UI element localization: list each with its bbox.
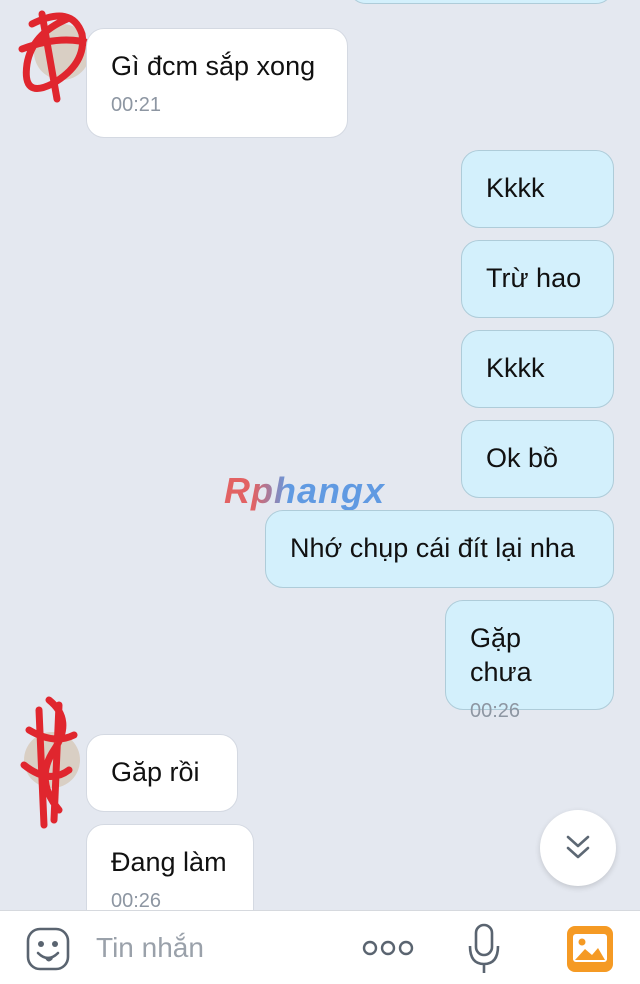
message-bubble-incoming[interactable]: Gì đcm sắp xong 00:21 — [86, 28, 348, 138]
message-input[interactable]: Tin nhắn — [96, 931, 204, 965]
message-text: Ok bồ — [486, 443, 559, 473]
message-bubble-outgoing[interactable]: Trừ hao — [461, 240, 614, 318]
watermark: Rphangx — [224, 470, 386, 511]
message-text: Gì đcm sắp xong — [111, 51, 316, 81]
message-time: 00:26 — [470, 700, 521, 722]
message-bubble-outgoing[interactable]: Kkkk — [461, 330, 614, 408]
message-bubble-incoming[interactable]: Găp rồi — [86, 734, 238, 812]
microphone-icon — [468, 923, 500, 973]
voice-button[interactable] — [464, 921, 504, 977]
message-time: 00:26 — [111, 890, 162, 910]
chevron-double-down-icon — [566, 835, 590, 859]
message-bubble-outgoing[interactable]: Ok bồ — [461, 420, 614, 498]
message-text: Nhớ chụp cái đít lại nha — [290, 533, 575, 563]
message-text: Kkkk — [486, 173, 545, 203]
message-time: 00:21 — [111, 94, 162, 116]
message-bubble-outgoing-cutoff — [348, 0, 614, 4]
more-button[interactable] — [358, 935, 418, 961]
message-bubble-incoming[interactable]: Đang làm 00:26 — [86, 824, 254, 910]
image-button[interactable] — [564, 923, 616, 975]
message-text: Đang làm — [111, 847, 227, 877]
redaction-scribble — [20, 696, 78, 829]
sticker-button[interactable] — [22, 925, 74, 973]
message-input-bar: Tin nhắn — [0, 910, 640, 984]
message-text: Trừ hao — [486, 263, 582, 293]
sticker-icon — [26, 927, 70, 971]
chat-area[interactable]: Gì đcm sắp xong 00:21 Kkkk Trừ hao Kkkk … — [0, 0, 640, 910]
message-text: Găp rồi — [111, 757, 200, 787]
more-icon — [362, 940, 414, 956]
message-text: Gặp chưa — [470, 623, 532, 687]
image-icon — [567, 926, 613, 972]
message-bubble-outgoing[interactable]: Gặp chưa 00:26 — [445, 600, 614, 722]
message-bubble-outgoing[interactable]: Kkkk — [461, 150, 614, 228]
scroll-to-bottom-button[interactable] — [540, 810, 616, 886]
message-bubble-outgoing[interactable]: Nhớ chụp cái đít lại nha — [265, 510, 614, 588]
message-text: Kkkk — [486, 353, 545, 383]
